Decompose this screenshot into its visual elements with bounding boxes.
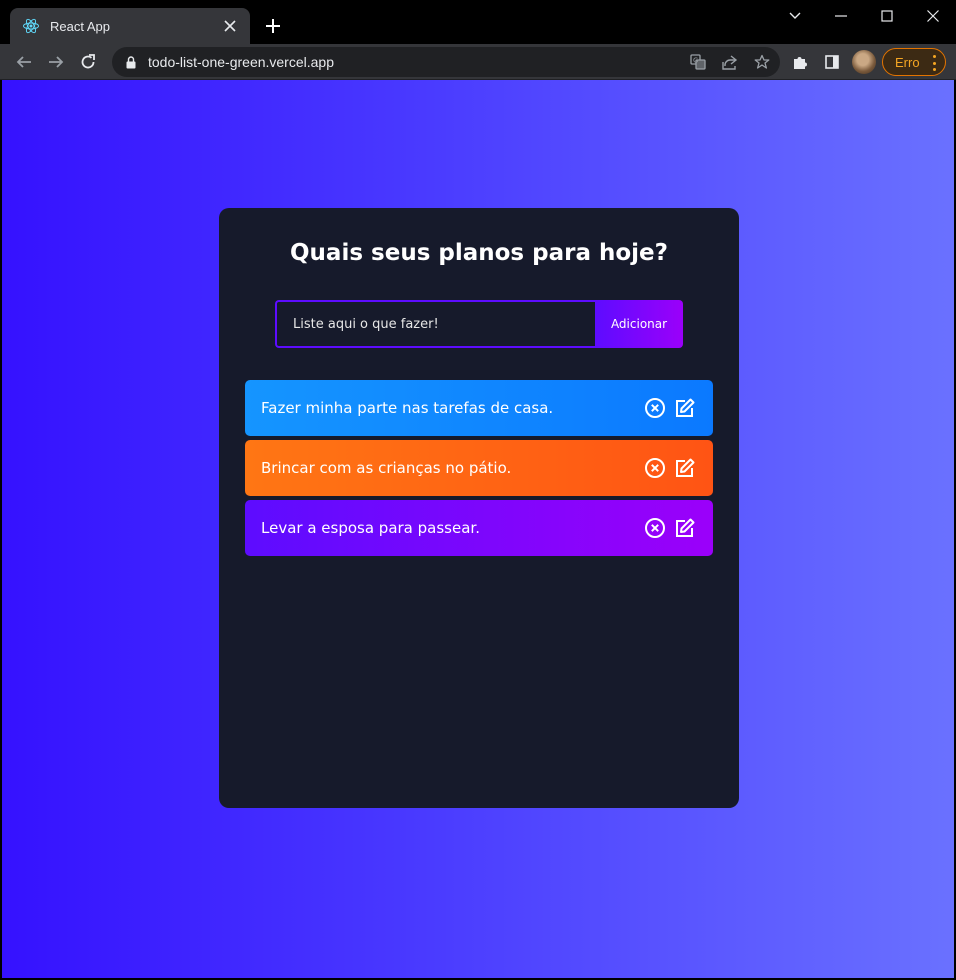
tab-title: React App bbox=[50, 18, 110, 34]
back-arrow-icon[interactable] bbox=[10, 48, 38, 76]
browser-toolbar: todo-list-one-green.vercel.app G Erro bbox=[0, 44, 956, 80]
menu-dots-icon[interactable] bbox=[933, 55, 937, 71]
todo-form: Adicionar bbox=[275, 300, 683, 348]
puzzle-icon[interactable] bbox=[786, 48, 814, 76]
profile-error-label: Erro bbox=[895, 54, 920, 70]
profile-avatar[interactable] bbox=[852, 50, 876, 74]
edit-icon[interactable] bbox=[673, 516, 697, 540]
reload-icon[interactable] bbox=[74, 48, 102, 76]
maximize-icon[interactable] bbox=[864, 0, 910, 32]
new-tab-plus-icon[interactable] bbox=[262, 15, 284, 37]
todo-item[interactable]: Fazer minha parte nas tarefas de casa. bbox=[245, 380, 713, 436]
page-background: Quais seus planos para hoje? Adicionar F… bbox=[2, 80, 954, 978]
add-button[interactable]: Adicionar bbox=[595, 300, 683, 348]
edit-icon[interactable] bbox=[673, 456, 697, 480]
profile-error-button[interactable]: Erro bbox=[882, 48, 946, 76]
browser-chrome: React App todo-list-one-green.vercel.app… bbox=[0, 0, 956, 80]
todo-text: Fazer minha parte nas tarefas de casa. bbox=[261, 399, 554, 417]
share-icon[interactable] bbox=[716, 48, 744, 76]
page-title: Quais seus planos para hoje? bbox=[290, 240, 668, 266]
url-text[interactable]: todo-list-one-green.vercel.app bbox=[148, 54, 684, 70]
star-icon[interactable] bbox=[748, 48, 776, 76]
react-atom-icon bbox=[22, 17, 40, 35]
delete-circle-x-icon[interactable] bbox=[643, 516, 667, 540]
translate-icon[interactable]: G bbox=[684, 48, 712, 76]
tab-close-icon[interactable] bbox=[222, 18, 238, 34]
address-bar[interactable]: todo-list-one-green.vercel.app G bbox=[112, 47, 780, 77]
svg-text:G: G bbox=[693, 57, 698, 65]
tab-search-chevron-icon[interactable] bbox=[772, 0, 818, 32]
tab-react-app[interactable]: React App bbox=[10, 8, 250, 44]
delete-circle-x-icon[interactable] bbox=[643, 456, 667, 480]
todo-text: Brincar com as crianças no pátio. bbox=[261, 459, 512, 477]
todo-item[interactable]: Brincar com as crianças no pátio. bbox=[245, 440, 713, 496]
side-panel-icon[interactable] bbox=[818, 48, 846, 76]
todo-item[interactable]: Levar a esposa para passear. bbox=[245, 500, 713, 556]
todo-text: Levar a esposa para passear. bbox=[261, 519, 480, 537]
lock-icon[interactable] bbox=[124, 55, 138, 69]
edit-icon[interactable] bbox=[673, 396, 697, 420]
todo-app-card: Quais seus planos para hoje? Adicionar F… bbox=[219, 208, 739, 808]
forward-arrow-icon[interactable] bbox=[42, 48, 70, 76]
delete-circle-x-icon[interactable] bbox=[643, 396, 667, 420]
todo-input[interactable] bbox=[275, 300, 595, 348]
tab-strip: React App bbox=[0, 0, 956, 44]
minimize-icon[interactable] bbox=[818, 0, 864, 32]
window-close-icon[interactable] bbox=[910, 0, 956, 32]
